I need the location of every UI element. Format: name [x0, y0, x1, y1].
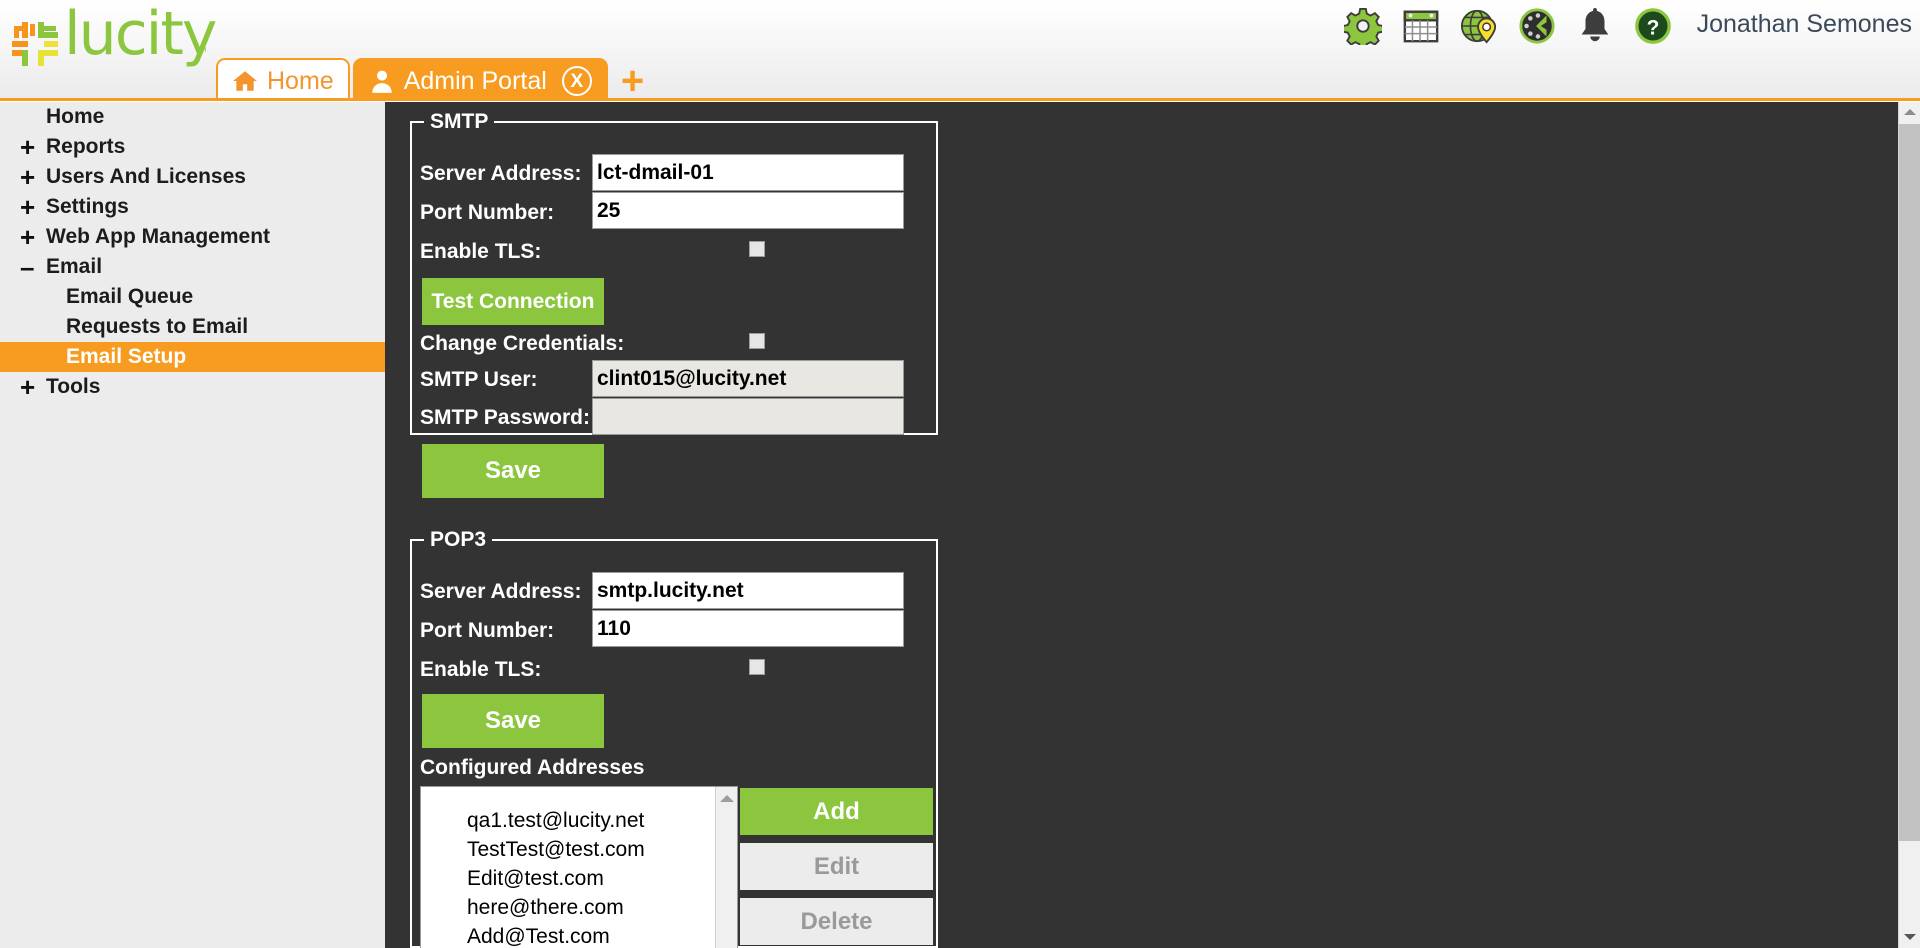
dashboard-icon[interactable] [1518, 7, 1556, 45]
sidebar-item-settings[interactable]: + Settings [0, 192, 385, 222]
configured-addresses-listbox[interactable]: qa1.test@lucity.net TestTest@test.com Edit… [420, 786, 738, 948]
smtp-password-label: SMTP Password: [420, 406, 590, 429]
logo-wordmark: lucity [64, 0, 217, 69]
sidebar-item-label: Email Setup [66, 345, 187, 368]
smtp-user-label: SMTP User: [420, 368, 538, 391]
add-tab-button[interactable]: + [621, 61, 644, 101]
user-icon [371, 70, 392, 93]
pop3-port-input[interactable] [592, 610, 904, 647]
smtp-enable-tls-label: Enable TLS: [420, 240, 542, 263]
app-header: lucity ™ Home Admin Portal X + ? Jonatha… [0, 0, 1920, 101]
sidebar-item-label: Requests to Email [66, 315, 249, 338]
smtp-server-address-input[interactable] [592, 154, 904, 191]
pop3-server-address-label: Server Address: [420, 580, 582, 603]
pop3-panel-legend: POP3 [430, 528, 487, 551]
expand-icon[interactable]: + [20, 194, 42, 220]
sidebar-item-home[interactable]: +Home [0, 102, 385, 132]
sidebar-item-email-setup[interactable]: Email Setup [0, 342, 385, 372]
home-icon [233, 71, 257, 91]
configured-addresses-label: Configured Addresses [420, 756, 645, 779]
smtp-enable-tls-checkbox[interactable] [749, 241, 765, 257]
smtp-change-credentials-label: Change Credentials: [420, 332, 625, 355]
help-icon[interactable]: ? [1634, 7, 1672, 45]
sidebar-item-label: Home [46, 105, 105, 128]
tab-admin-portal[interactable]: Admin Portal X [352, 58, 608, 101]
sidebar-item-users-and-licenses[interactable]: + Users And Licenses [0, 162, 385, 192]
pop3-enable-tls-label: Enable TLS: [420, 658, 542, 681]
sidebar-item-tools[interactable]: + Tools [0, 372, 385, 402]
collapse-icon[interactable]: – [20, 254, 42, 280]
tab-home[interactable]: Home [216, 58, 350, 101]
pop3-save-button[interactable]: Save [422, 694, 604, 748]
pop3-port-label: Port Number: [420, 619, 555, 642]
smtp-test-connection-button[interactable]: Test Connection [422, 278, 604, 325]
tab-bar: Home Admin Portal X + [216, 48, 644, 101]
expand-icon[interactable]: + [20, 374, 42, 400]
list-item[interactable]: here@there.com [461, 893, 715, 922]
lucity-pinwheel-logo-icon [12, 22, 58, 66]
delete-address-button[interactable]: Delete [740, 898, 933, 945]
logo-trademark: ™ [196, 46, 207, 58]
expand-icon[interactable]: + [20, 164, 42, 190]
smtp-password-input[interactable] [592, 398, 904, 435]
sidebar-item-reports[interactable]: + Reports [0, 132, 385, 162]
main-content: SMTP Server Address: Port Number: Enable… [385, 102, 1898, 948]
sidebar-item-web-app-management[interactable]: + Web App Management [0, 222, 385, 252]
edit-address-button[interactable]: Edit [740, 843, 933, 890]
lucity-logo[interactable]: lucity ™ [12, 0, 217, 72]
gear-icon[interactable] [1344, 7, 1382, 45]
sidebar-item-label: Email [46, 255, 103, 278]
list-item[interactable]: Add@Test.com [461, 922, 715, 948]
list-item[interactable]: qa1.test@lucity.net [461, 806, 715, 835]
globe-pin-icon[interactable] [1460, 7, 1498, 45]
chevron-up-icon[interactable] [719, 795, 734, 802]
configured-addresses-items: qa1.test@lucity.net TestTest@test.com Edit… [421, 806, 715, 948]
scrollbar-thumb[interactable] [1899, 124, 1920, 841]
sidebar-item-label: Users And Licenses [46, 165, 246, 188]
admin-portal-page: lucity ™ Home Admin Portal X + ? Jonatha… [0, 0, 1920, 948]
smtp-port-label: Port Number: [420, 201, 555, 224]
sidebar-item-label: Settings [46, 195, 129, 218]
smtp-panel-legend: SMTP [430, 110, 489, 133]
pop3-enable-tls-checkbox[interactable] [749, 659, 765, 675]
smtp-user-input[interactable] [592, 360, 904, 397]
smtp-server-address-label: Server Address: [420, 162, 582, 185]
sidebar-item-label: Email Queue [66, 285, 194, 308]
sidebar-item-email[interactable]: – Email [0, 252, 385, 282]
smtp-port-input[interactable] [592, 192, 904, 229]
smtp-change-credentials-checkbox[interactable] [749, 333, 765, 349]
list-item[interactable]: TestTest@test.com [461, 835, 715, 864]
add-address-button[interactable]: Add [740, 788, 933, 835]
smtp-panel: SMTP Server Address: Port Number: Enable… [410, 110, 938, 498]
smtp-save-button[interactable]: Save [422, 444, 604, 498]
chevron-down-icon [1904, 934, 1916, 940]
tab-admin-portal-label: Admin Portal [403, 66, 547, 95]
header-divider [0, 98, 1920, 101]
header-icon-group: ? [1344, 4, 1672, 48]
pop3-server-address-input[interactable] [592, 572, 904, 609]
expand-icon[interactable]: + [20, 224, 42, 250]
sidebar-item-email-queue[interactable]: Email Queue [0, 282, 385, 312]
scroll-down-button[interactable] [1899, 926, 1920, 948]
list-item[interactable]: Edit@test.com [461, 864, 715, 893]
calendar-icon[interactable] [1402, 7, 1440, 45]
sidebar-item-label: Reports [46, 135, 126, 158]
scroll-up-button[interactable] [1899, 102, 1920, 124]
sidebar-item-label: Web App Management [46, 225, 271, 248]
sidebar-item-label: Tools [46, 375, 101, 398]
expand-icon[interactable]: + [20, 134, 42, 160]
user-name-label[interactable]: Jonathan Semones [1697, 4, 1912, 44]
sidebar-item-requests-to-email[interactable]: Requests to Email [0, 312, 385, 342]
sidebar-nav: +Home+Reports+Users And Licenses+Setting… [0, 102, 385, 948]
pop3-panel: POP3 Server Address: Port Number: Enable… [410, 528, 938, 948]
page-scrollbar[interactable] [1898, 102, 1920, 948]
tab-home-label: Home [267, 66, 334, 95]
chevron-up-icon [1904, 109, 1916, 115]
close-icon[interactable]: X [561, 66, 592, 96]
svg-text:?: ? [1647, 17, 1660, 40]
listbox-scrollbar[interactable] [715, 787, 737, 948]
bell-icon[interactable] [1576, 7, 1614, 45]
